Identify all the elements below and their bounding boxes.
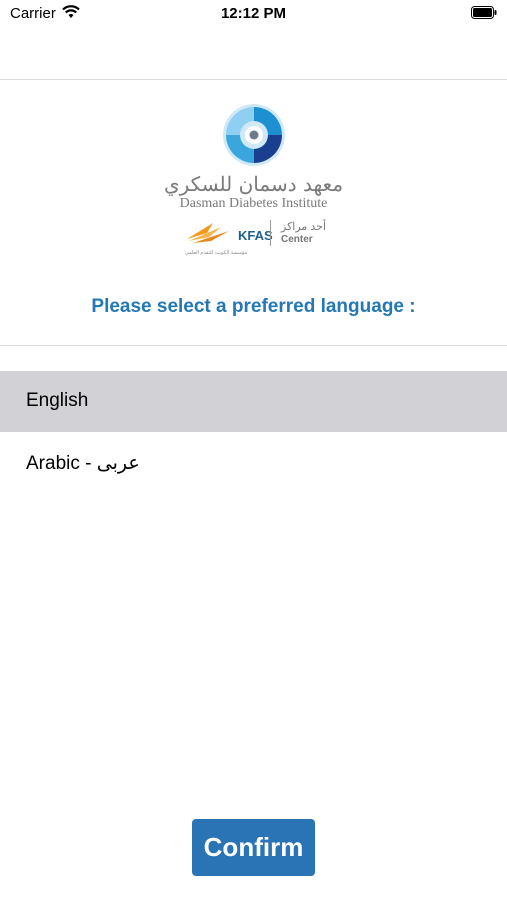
list-divider (0, 345, 507, 346)
kfas-logo-icon (185, 219, 237, 252)
language-option-arabic[interactable]: Arabic - عربى (0, 433, 507, 494)
center-arabic-label: أحد مراكز (281, 221, 327, 233)
kfas-label: KFAS (238, 228, 273, 243)
status-bar: Carrier 12:12 PM (0, 0, 507, 30)
nav-divider (0, 79, 507, 80)
language-option-label: Arabic - عربى (26, 453, 140, 474)
language-option-english[interactable]: English (0, 371, 507, 432)
logo-english-name: Dasman Diabetes Institute (179, 196, 328, 211)
language-prompt: Please select a preferred language : (91, 296, 416, 317)
clock: 12:12 PM (220, 5, 287, 22)
logo-arabic-name: معهد دسمان للسكري (163, 172, 344, 196)
dasman-logo-icon (222, 103, 286, 172)
logo-separator (270, 220, 271, 246)
kfas-small-text: مؤسسة الكويت للتقدم العلمي (185, 250, 248, 256)
center-english-label: Center (281, 234, 313, 245)
battery-icon (471, 6, 497, 19)
confirm-button[interactable]: Confirm (192, 819, 315, 876)
language-option-label: English (26, 390, 89, 411)
